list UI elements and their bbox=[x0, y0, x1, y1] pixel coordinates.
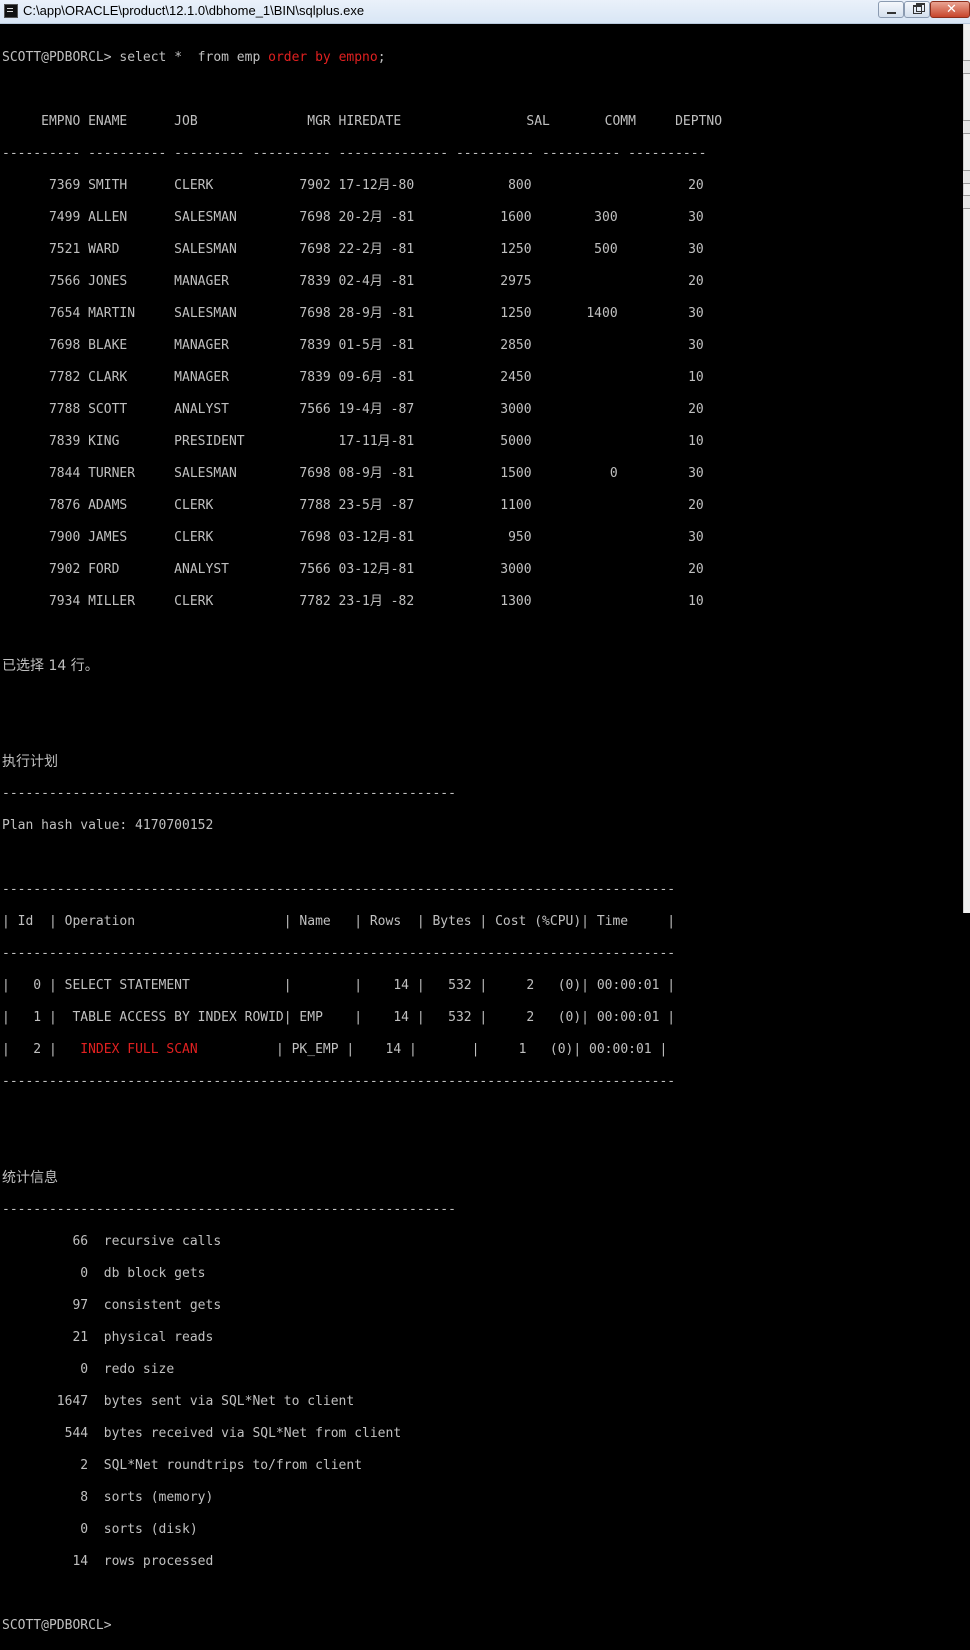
command-text: select * from emp bbox=[119, 50, 269, 65]
result-row: 7698 BLAKE MANAGER 7839 01-5月 -81 2850 3… bbox=[2, 338, 704, 353]
title-bar: C:\app\ORACLE\product\12.1.0\dbhome_1\BI… bbox=[0, 0, 970, 24]
prompt: SCOTT@PDBORCL> bbox=[2, 50, 120, 65]
statistics-rule: ----------------------------------------… bbox=[2, 1202, 456, 1217]
result-row: 7788 SCOTT ANALYST 7566 19-4月 -87 3000 2… bbox=[2, 402, 704, 417]
statistic-line: 0 redo size bbox=[2, 1362, 175, 1377]
result-header: EMPNO ENAME JOB MGR HIREDATE SAL COMM DE… bbox=[2, 114, 723, 129]
result-row: 7876 ADAMS CLERK 7788 23-5月 -87 1100 20 bbox=[2, 498, 704, 513]
plan-border: ----------------------------------------… bbox=[2, 1074, 676, 1089]
result-row: 7654 MARTIN SALESMAN 7698 28-9月 -81 1250… bbox=[2, 306, 704, 321]
result-row: 7499 ALLEN SALESMAN 7698 20-2月 -81 1600 … bbox=[2, 210, 704, 225]
result-row: 7839 KING PRESIDENT 17-11月-81 5000 10 bbox=[2, 434, 704, 449]
execution-plan-title: 执行计划 bbox=[2, 754, 58, 770]
statistic-line: 0 sorts (disk) bbox=[2, 1522, 198, 1537]
plan-row: | 2 | INDEX FULL SCAN | PK_EMP | 14 | | … bbox=[2, 1042, 957, 1058]
final-prompt: SCOTT@PDBORCL> bbox=[2, 1618, 112, 1633]
console-app-icon bbox=[4, 4, 18, 18]
rows-selected-message: 已选择 14 行。 bbox=[2, 658, 99, 674]
statistic-line: 1647 bytes sent via SQL*Net to client bbox=[2, 1394, 355, 1409]
result-row: 7844 TURNER SALESMAN 7698 08-9月 -81 1500… bbox=[2, 466, 704, 481]
maximize-button[interactable] bbox=[904, 1, 930, 18]
plan-row: | 1 | TABLE ACCESS BY INDEX ROWID| EMP |… bbox=[2, 1010, 676, 1025]
restore-icon-front bbox=[913, 5, 922, 14]
minimize-button[interactable] bbox=[878, 1, 904, 18]
result-row: 7934 MILLER CLERK 7782 23-1月 -82 1300 10 bbox=[2, 594, 704, 609]
close-button[interactable]: ✕ bbox=[930, 1, 970, 18]
plan-header: | Id | Operation | Name | Rows | Bytes |… bbox=[2, 914, 676, 929]
result-row: 7521 WARD SALESMAN 7698 22-2月 -81 1250 5… bbox=[2, 242, 704, 257]
scrollbar-segment bbox=[963, 195, 970, 209]
result-row: 7566 JONES MANAGER 7839 02-4月 -81 2975 2… bbox=[2, 274, 704, 289]
plan-operation-highlight: INDEX FULL SCAN bbox=[80, 1042, 198, 1057]
statistic-line: 66 recursive calls bbox=[2, 1234, 222, 1249]
command-terminator: ; bbox=[377, 50, 386, 65]
plan-hash-value: Plan hash value: 4170700152 bbox=[2, 818, 214, 833]
close-icon: ✕ bbox=[946, 2, 957, 17]
command-highlight: order by empno bbox=[268, 50, 378, 65]
minimize-icon bbox=[887, 12, 896, 14]
vertical-scrollbar[interactable] bbox=[963, 24, 970, 913]
scrollbar-segment bbox=[963, 120, 970, 134]
plan-border: ----------------------------------------… bbox=[2, 946, 676, 961]
result-row: 7902 FORD ANALYST 7566 03-12月-81 3000 20 bbox=[2, 562, 704, 577]
scrollbar-segment bbox=[963, 170, 970, 184]
statistic-line: 14 rows processed bbox=[2, 1554, 214, 1569]
statistic-line: 544 bytes received via SQL*Net from clie… bbox=[2, 1426, 402, 1441]
result-row: 7900 JAMES CLERK 7698 03-12月-81 950 30 bbox=[2, 530, 704, 545]
statistic-line: 8 sorts (memory) bbox=[2, 1490, 214, 1505]
result-row: 7369 SMITH CLERK 7902 17-12月-80 800 20 bbox=[2, 178, 704, 193]
result-separator: ---------- ---------- --------- --------… bbox=[2, 146, 707, 161]
console-output[interactable]: SCOTT@PDBORCL> select * from emp order b… bbox=[2, 34, 957, 1650]
statistics-title: 统计信息 bbox=[2, 1170, 58, 1186]
statistic-line: 0 db block gets bbox=[2, 1266, 206, 1281]
plan-row: | 0 | SELECT STATEMENT | | 14 | 532 | 2 … bbox=[2, 978, 676, 993]
statistic-line: 21 physical reads bbox=[2, 1330, 214, 1345]
plan-title-rule: ----------------------------------------… bbox=[2, 786, 456, 801]
plan-border: ----------------------------------------… bbox=[2, 882, 676, 897]
statistic-line: 97 consistent gets bbox=[2, 1298, 222, 1313]
command-line: SCOTT@PDBORCL> select * from emp order b… bbox=[2, 50, 957, 66]
result-row: 7782 CLARK MANAGER 7839 09-6月 -81 2450 1… bbox=[2, 370, 704, 385]
window-title: C:\app\ORACLE\product\12.1.0\dbhome_1\BI… bbox=[23, 3, 365, 18]
scrollbar-segment bbox=[963, 60, 970, 74]
plan-row-prefix: | 2 | bbox=[2, 1042, 81, 1057]
statistic-line: 2 SQL*Net roundtrips to/from client bbox=[2, 1458, 363, 1473]
plan-row-suffix: | PK_EMP | 14 | | 1 (0)| 00:00:01 | bbox=[197, 1042, 668, 1057]
